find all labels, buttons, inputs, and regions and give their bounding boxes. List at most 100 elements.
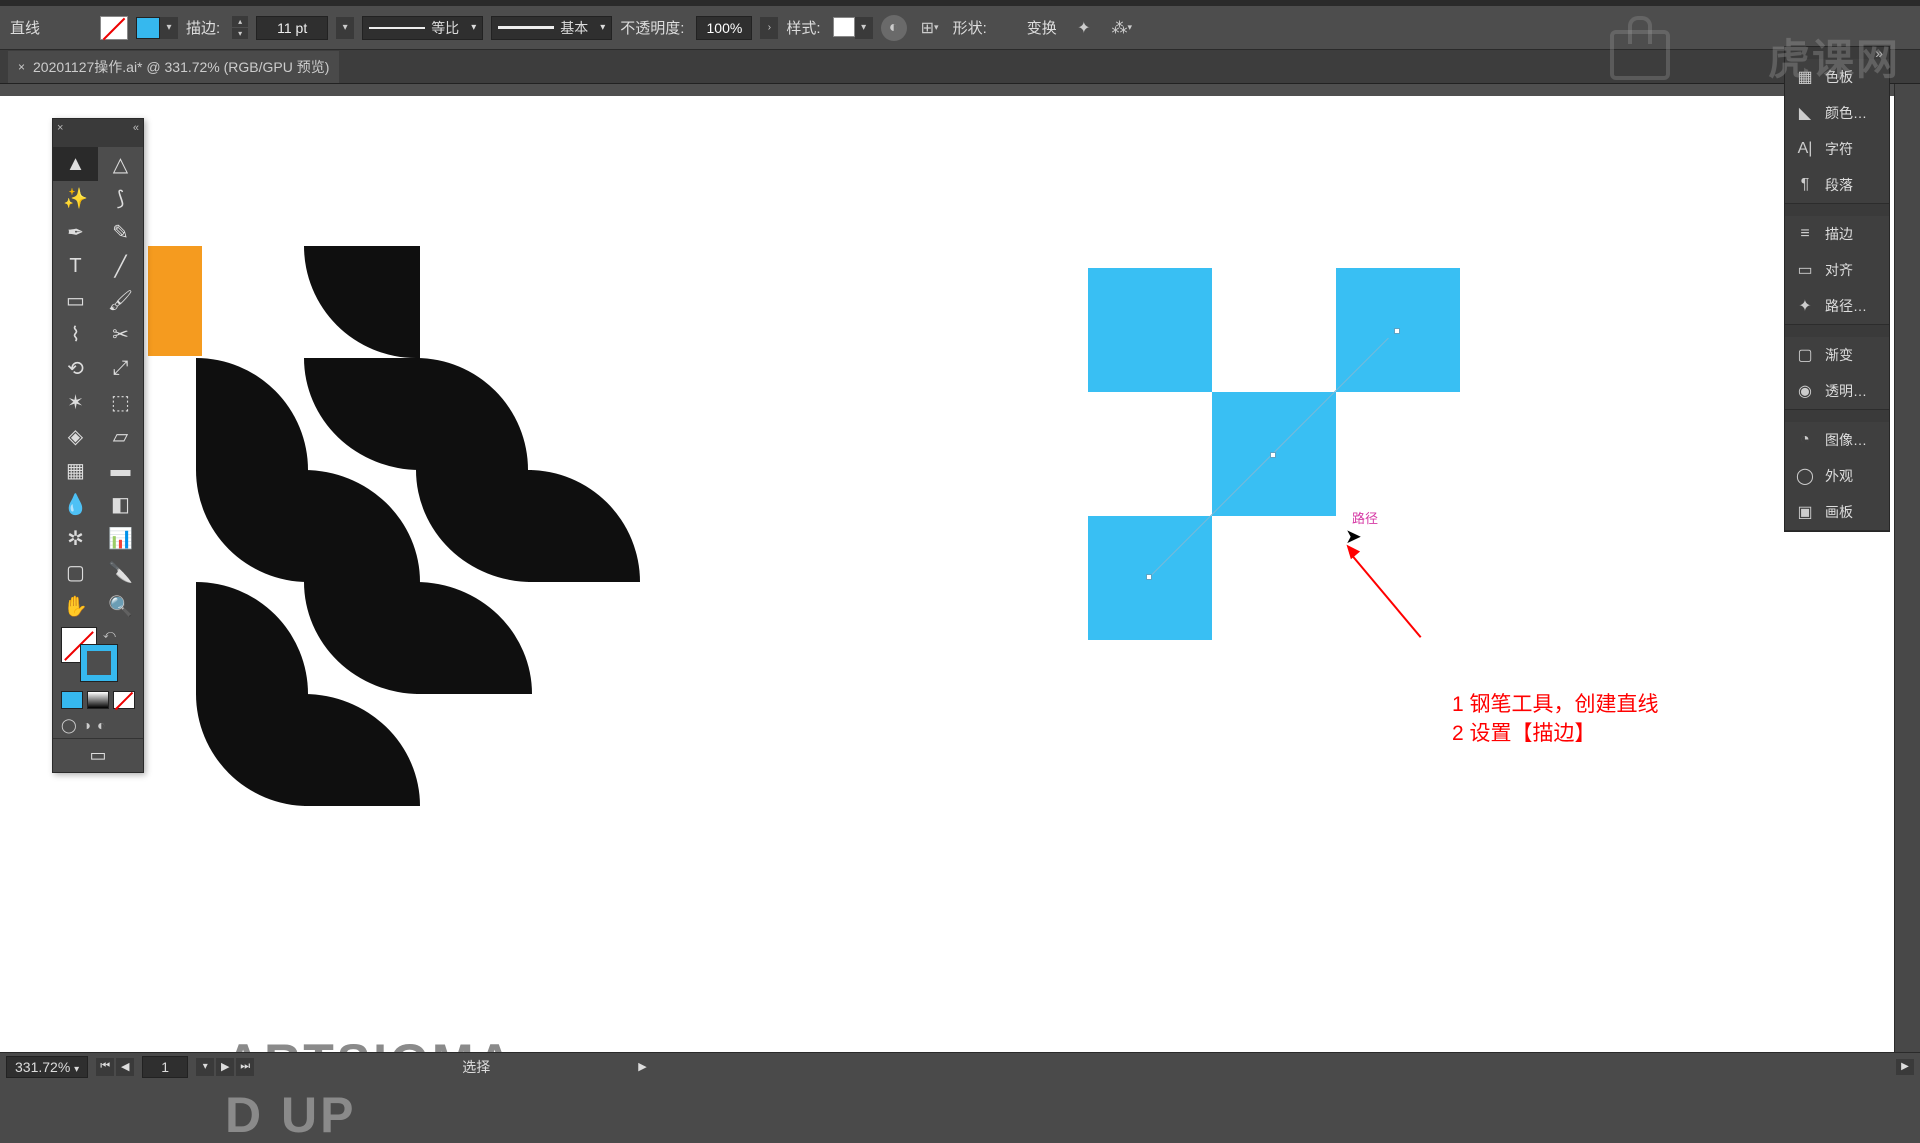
pen-tool[interactable]: ✒ bbox=[53, 215, 98, 249]
appearance-icon: ◯ bbox=[1795, 467, 1815, 485]
panel-appearance[interactable]: ◯外观 bbox=[1785, 458, 1889, 494]
magic-wand-tool[interactable]: ✨ bbox=[53, 181, 98, 215]
width-tool[interactable]: ✶ bbox=[53, 385, 98, 419]
eraser-tool[interactable]: ✂ bbox=[98, 317, 143, 351]
canvas[interactable]: ARTSIGMA D UP 路径 ➤ 1 钢笔工具，创建直线 2 设置【描边】 bbox=[0, 96, 1894, 1052]
shape-label: 形状: bbox=[953, 17, 987, 38]
zoom-input[interactable]: 331.72% ▾ bbox=[6, 1056, 88, 1078]
eyedropper-tool[interactable]: 💧 bbox=[53, 487, 98, 521]
screen-mode-button[interactable]: ▭ bbox=[53, 738, 143, 772]
opacity-label: 不透明度: bbox=[620, 17, 684, 38]
tool-name-label: 直线 bbox=[10, 17, 40, 38]
panel-paragraph[interactable]: ¶段落 bbox=[1785, 167, 1889, 203]
panel-align[interactable]: ▭对齐 bbox=[1785, 252, 1889, 288]
vertical-scrollbar[interactable] bbox=[1894, 84, 1920, 1052]
document-tab[interactable]: × 20201127操作.ai* @ 331.72% (RGB/GPU 预览) bbox=[8, 51, 339, 83]
panel-character[interactable]: A|字符 bbox=[1785, 131, 1889, 167]
graph-tool[interactable]: 📊 bbox=[98, 521, 143, 555]
panel-stroke[interactable]: ≡描边 bbox=[1785, 216, 1889, 252]
color-icon: ◣ bbox=[1795, 104, 1815, 122]
gradient-tool[interactable]: ▬ bbox=[98, 453, 143, 487]
paintbrush-tool[interactable]: 🖌 bbox=[98, 283, 143, 317]
character-icon: A| bbox=[1795, 140, 1815, 158]
profile-dropdown[interactable]: 等比▾ bbox=[362, 16, 483, 40]
status-hint: 选择 bbox=[462, 1057, 490, 1077]
stroke-box[interactable] bbox=[81, 645, 117, 681]
artboard-tool[interactable]: ▢ bbox=[53, 555, 98, 589]
panel-color[interactable]: ◣颜色… bbox=[1785, 95, 1889, 131]
gradient-mode-swatch[interactable] bbox=[87, 691, 109, 709]
watermark-logo bbox=[1610, 30, 1670, 80]
artboard-nav-next[interactable]: ▾▶⏭ bbox=[196, 1058, 254, 1076]
annotation-text: 1 钢笔工具，创建直线 2 设置【描边】 bbox=[1452, 690, 1659, 749]
isolate-icon[interactable]: ✦ bbox=[1069, 15, 1099, 41]
status-bar: 331.72% ▾ ⏮◀ 1 ▾▶⏭ 选择 ▶ ▶ bbox=[0, 1052, 1920, 1080]
stroke-spinner[interactable]: ▴▾ bbox=[232, 16, 248, 39]
stroke-icon: ≡ bbox=[1795, 225, 1815, 243]
stroke-weight-dropdown[interactable]: ▾ bbox=[336, 17, 354, 39]
type-tool[interactable]: T bbox=[53, 249, 98, 283]
style-swatch[interactable] bbox=[833, 17, 855, 37]
none-mode-swatch[interactable] bbox=[113, 691, 135, 709]
stroke-color-dropdown[interactable]: ▾ bbox=[160, 17, 178, 39]
pathfinder-icon: ✦ bbox=[1795, 297, 1815, 315]
image-trace-icon: ◔ bbox=[1795, 431, 1815, 449]
curvature-tool[interactable]: ✎ bbox=[98, 215, 143, 249]
scroll-right-icon[interactable]: ▶ bbox=[1896, 1059, 1914, 1075]
more-icon[interactable]: ⁂▾ bbox=[1107, 15, 1137, 41]
rectangle-tool[interactable]: ▭ bbox=[53, 283, 98, 317]
work-area: ARTSIGMA D UP 路径 ➤ 1 钢笔工具，创建直线 2 设置【描边】 bbox=[0, 84, 1894, 1052]
panel-transparency[interactable]: ◉透明… bbox=[1785, 373, 1889, 409]
transparency-icon: ◉ bbox=[1795, 382, 1815, 400]
panel-image-trace[interactable]: ◔图像… bbox=[1785, 422, 1889, 458]
transform-label[interactable]: 变换 bbox=[1027, 17, 1057, 38]
blend-tool[interactable]: ◧ bbox=[98, 487, 143, 521]
style-label: 样式: bbox=[786, 17, 820, 38]
close-tab-icon[interactable]: × bbox=[18, 60, 25, 74]
fill-stroke-control[interactable]: ⤺ bbox=[53, 623, 143, 687]
brush-dropdown[interactable]: 基本▾ bbox=[491, 16, 612, 40]
mesh-tool[interactable]: ▦ bbox=[53, 453, 98, 487]
recolor-icon[interactable]: ◐ bbox=[881, 15, 907, 41]
zoom-tool[interactable]: 🔍 bbox=[98, 589, 143, 623]
stroke-weight-input[interactable]: 11 pt bbox=[256, 16, 328, 40]
slice-tool[interactable]: 🔪 bbox=[98, 555, 143, 589]
draw-behind-icon[interactable]: ◑ bbox=[83, 717, 91, 734]
stroke-label: 描边: bbox=[186, 17, 220, 38]
panel-gradient[interactable]: ▢渐变 bbox=[1785, 337, 1889, 373]
perspective-tool[interactable]: ▱ bbox=[98, 419, 143, 453]
symbol-sprayer-tool[interactable]: ✲ bbox=[53, 521, 98, 555]
scroll-left-icon[interactable]: ▶ bbox=[638, 1060, 646, 1073]
paragraph-icon: ¶ bbox=[1795, 176, 1815, 194]
right-panels: » ▦色板 ◣颜色… A|字符 ¶段落 ≡描边 ▭对齐 ✦路径… ▢渐变 ◉透明… bbox=[1784, 46, 1890, 532]
opacity-dropdown[interactable]: › bbox=[760, 17, 778, 39]
artboards-icon: ▣ bbox=[1795, 503, 1815, 521]
draw-normal-icon[interactable]: ◯ bbox=[61, 717, 77, 734]
lasso-tool[interactable]: ⟆ bbox=[98, 181, 143, 215]
artboard-number[interactable]: 1 bbox=[142, 1056, 188, 1078]
panel-pathfinder[interactable]: ✦路径… bbox=[1785, 288, 1889, 324]
opacity-input[interactable]: 100% bbox=[696, 16, 752, 40]
rotate-tool[interactable]: ⟲ bbox=[53, 351, 98, 385]
shape-builder-tool[interactable]: ◈ bbox=[53, 419, 98, 453]
document-title: 20201127操作.ai* @ 331.72% (RGB/GPU 预览) bbox=[33, 57, 329, 77]
annotation-arrow bbox=[1349, 552, 1421, 638]
selection-tool[interactable]: ▲ bbox=[53, 147, 98, 181]
color-mode-swatch[interactable] bbox=[61, 691, 83, 709]
hand-tool[interactable]: ✋ bbox=[53, 589, 98, 623]
style-dropdown[interactable]: ▾ bbox=[855, 17, 873, 39]
artboard-nav[interactable]: ⏮◀ bbox=[96, 1058, 134, 1076]
swap-fill-stroke-icon[interactable]: ⤺ bbox=[103, 627, 116, 642]
shaper-tool[interactable]: ⌇ bbox=[53, 317, 98, 351]
scale-tool[interactable]: ⤢ bbox=[98, 351, 143, 385]
free-transform-tool[interactable]: ⬚ bbox=[98, 385, 143, 419]
fill-swatch[interactable] bbox=[100, 16, 128, 40]
panel-artboards[interactable]: ▣画板 bbox=[1785, 494, 1889, 530]
stroke-color-swatch[interactable] bbox=[136, 17, 160, 39]
direct-selection-tool[interactable]: △ bbox=[98, 147, 143, 181]
draw-inside-icon[interactable]: ◐ bbox=[97, 717, 105, 734]
line-tool[interactable]: ╱ bbox=[98, 249, 143, 283]
align-icon[interactable]: ⊞▾ bbox=[915, 15, 945, 41]
panel-collapse-icon[interactable]: « bbox=[133, 122, 139, 134]
panel-close-icon[interactable]: × bbox=[57, 122, 63, 134]
